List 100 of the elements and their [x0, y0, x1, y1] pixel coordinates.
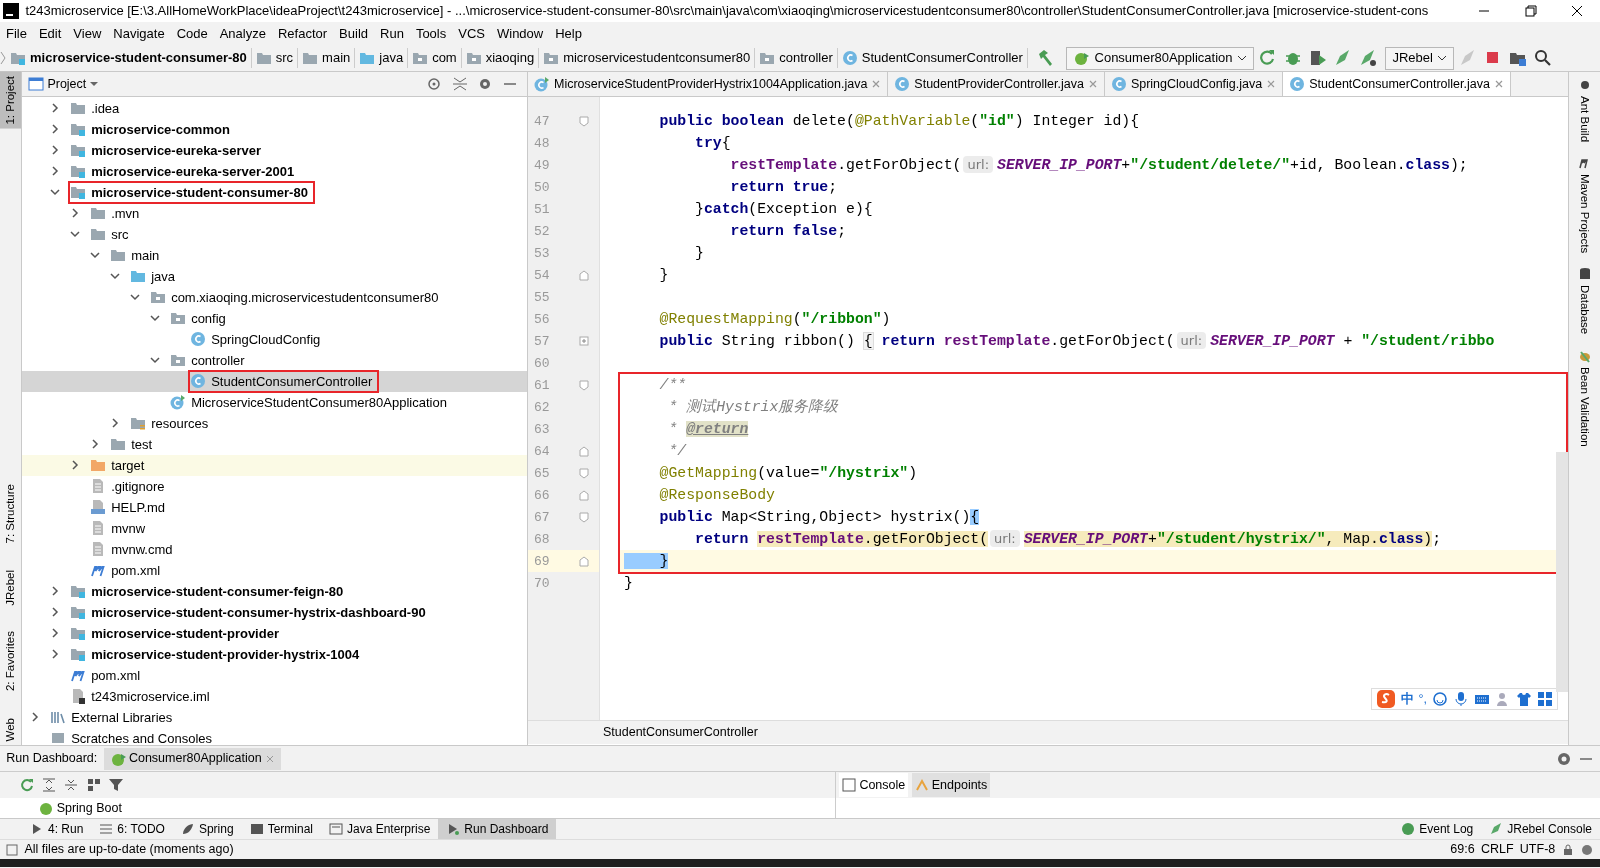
tool-window-tab[interactable]: JRebel Console — [1481, 819, 1600, 839]
tree-item[interactable]: pom.xml — [70, 665, 146, 686]
tool-window-tab[interactable]: Run Dashboard — [438, 819, 557, 839]
tree-item[interactable]: HELP.md — [90, 497, 171, 518]
menu-item[interactable]: VCS — [452, 23, 491, 44]
breadcrumb-item[interactable]: xiaoqing — [461, 48, 540, 68]
tree-item[interactable]: mvnw — [90, 518, 151, 539]
menu-item[interactable]: Code — [170, 23, 214, 44]
menu-item[interactable]: View — [67, 23, 108, 44]
tool-window-tab[interactable]: JRebel — [0, 565, 21, 610]
menu-item[interactable]: Edit — [32, 23, 68, 44]
tree-item[interactable]: microservice-eureka-server-2001 — [70, 161, 300, 182]
tool-window-tab[interactable]: Bean Validation — [1571, 362, 1598, 451]
breadcrumb-item[interactable]: controller — [755, 48, 838, 68]
editor-tab[interactable]: StudentConsumerController.java — [1283, 72, 1511, 96]
console-tab[interactable]: Endpoints — [911, 773, 991, 797]
tool-window-tab[interactable]: Web — [0, 713, 21, 745]
run-tab[interactable]: Consumer80Application — [103, 747, 281, 770]
microphone-icon[interactable] — [1453, 691, 1469, 707]
breadcrumb-item[interactable]: com — [408, 48, 462, 68]
tree-item[interactable]: microservice-student-consumer-feign-80 — [70, 581, 349, 602]
tree-item[interactable]: com.xiaoqing.microservicestudentconsumer80 — [150, 287, 444, 308]
tree-item[interactable]: .idea — [70, 98, 125, 119]
caret-position[interactable]: 69:6 — [1450, 840, 1475, 859]
grid-icon[interactable] — [1537, 691, 1553, 707]
console-tab[interactable]: Console — [839, 773, 909, 797]
settings-icon[interactable] — [1555, 750, 1572, 767]
tree-item[interactable]: Spring Boot — [37, 798, 122, 818]
fold-marker-icon[interactable] — [579, 467, 589, 479]
tree-item[interactable]: microservice-eureka-server — [70, 140, 267, 161]
tree-item[interactable]: resources — [130, 413, 214, 434]
menu-item[interactable]: Help — [549, 23, 588, 44]
tree-item[interactable]: MicroserviceStudentConsumer80Application — [170, 392, 453, 413]
editor-tab[interactable]: StudentProviderController.java — [888, 72, 1105, 96]
tree-item[interactable]: microservice-student-provider-hystrix-1004 — [70, 644, 365, 665]
fold-marker-icon[interactable] — [579, 445, 589, 457]
tree-item[interactable]: External Libraries — [50, 707, 178, 728]
menu-item[interactable]: Window — [490, 23, 550, 44]
tree-item[interactable]: src — [90, 224, 134, 245]
rerun-icon[interactable] — [18, 777, 35, 793]
scrollbar[interactable] — [1556, 452, 1568, 692]
fold-marker-icon[interactable] — [579, 555, 589, 567]
menu-item[interactable]: Navigate — [107, 23, 171, 44]
fold-marker-icon[interactable] — [579, 489, 589, 501]
tree-item[interactable]: .gitignore — [90, 476, 170, 497]
tool-window-tab[interactable]: 1: Project — [0, 72, 21, 129]
menu-item[interactable]: Build — [333, 23, 374, 44]
line-separator[interactable]: CRLF — [1480, 840, 1514, 859]
menu-item[interactable]: Refactor — [271, 23, 334, 44]
jrebel-dropdown[interactable]: JRebel — [1385, 46, 1454, 70]
tool-window-tab[interactable]: 6: TODO — [91, 819, 173, 839]
input-mode-toggle[interactable]: 中 — [1400, 689, 1414, 709]
breadcrumb-item[interactable]: microservice-student-consumer-80 — [6, 48, 252, 68]
fold-marker-icon[interactable] — [579, 269, 589, 281]
group-icon[interactable] — [85, 777, 102, 793]
menu-item[interactable]: File — [0, 23, 33, 44]
tool-window-tab[interactable]: Terminal — [241, 819, 321, 839]
tool-window-tab[interactable]: Maven Projects — [1571, 170, 1598, 258]
tree-item[interactable]: microservice-common — [70, 119, 235, 140]
breadcrumb-item[interactable]: java — [355, 48, 409, 68]
tree-item[interactable]: pom.xml — [90, 560, 166, 581]
tool-window-tab[interactable]: Database — [1571, 281, 1598, 339]
tool-window-tab[interactable]: 2: Favorites — [0, 627, 21, 696]
run-configuration-dropdown[interactable]: Consumer80Application — [1065, 46, 1254, 70]
tool-window-tab[interactable]: Java Enterprise — [321, 819, 439, 839]
tree-item[interactable]: microservice-student-provider — [70, 623, 285, 644]
filter-icon[interactable] — [107, 777, 124, 793]
breadcrumb-item[interactable]: StudentConsumerController — [837, 48, 1028, 68]
lock-icon[interactable] — [1561, 843, 1574, 856]
collapse-all-icon[interactable] — [63, 777, 80, 793]
encoding[interactable]: UTF-8 — [1519, 840, 1556, 859]
tree-item[interactable]: java — [130, 266, 181, 287]
breadcrumb-item[interactable]: src — [251, 48, 299, 68]
expand-all-icon[interactable] — [41, 777, 57, 793]
tool-window-tab[interactable]: 7: Structure — [0, 480, 21, 548]
breadcrumb-item[interactable]: microservicestudentconsumer80 — [539, 48, 756, 68]
tool-window-tab[interactable]: Ant Build — [1571, 92, 1598, 147]
tree-item[interactable]: .mvn — [90, 203, 145, 224]
tree-item[interactable]: microservice-student-consumer-80 — [70, 182, 313, 203]
fold-marker-icon[interactable] — [579, 115, 589, 127]
breadcrumb-item[interactable]: StudentConsumerController — [603, 723, 758, 742]
breadcrumb-item[interactable]: main — [298, 48, 356, 68]
tree-item[interactable]: target — [90, 455, 150, 476]
fold-marker-icon[interactable] — [579, 511, 589, 523]
tree-item[interactable]: test — [110, 434, 158, 455]
menu-item[interactable]: Tools — [409, 23, 453, 44]
caret-icon[interactable] — [89, 79, 100, 88]
tool-window-tab[interactable]: Event Log — [1393, 819, 1482, 839]
tool-window-tab[interactable]: 4: Run — [22, 819, 92, 839]
tool-window-tab[interactable]: Spring — [172, 819, 242, 839]
fold-marker-icon[interactable] — [579, 335, 589, 347]
tree-item[interactable]: t243microservice.iml — [70, 686, 215, 707]
tree-item[interactable]: controller — [170, 350, 250, 371]
shirt-icon[interactable] — [1516, 691, 1532, 707]
menu-item[interactable]: Analyze — [213, 23, 272, 44]
menu-item[interactable]: Run — [374, 23, 410, 44]
tree-item[interactable]: main — [110, 245, 165, 266]
punctuation-toggle[interactable]: °, — [1418, 689, 1427, 709]
emoji-icon[interactable] — [1432, 691, 1448, 707]
tree-item[interactable]: microservice-student-consumer-hystrix-dashboard-90 — [70, 602, 431, 623]
